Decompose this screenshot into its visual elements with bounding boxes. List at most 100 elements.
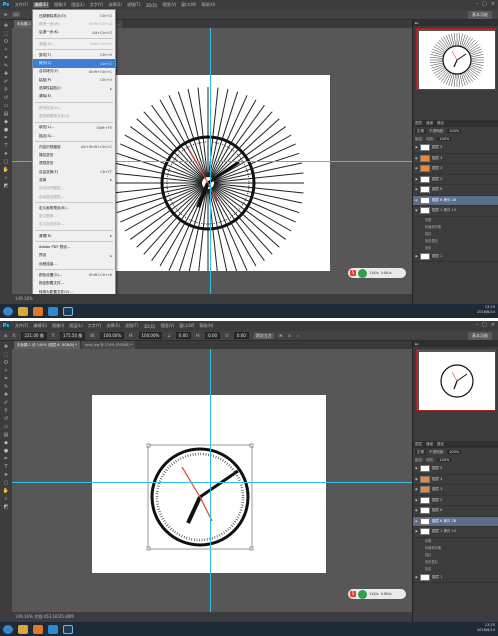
menu-image[interactable]: 图像(I) xyxy=(54,2,66,8)
type-tool-icon[interactable]: T xyxy=(3,464,10,470)
zoom-tool-icon[interactable]: ⌕ xyxy=(3,496,10,502)
type-tool-icon[interactable]: T xyxy=(3,143,10,149)
menu-view[interactable]: 视图(V) xyxy=(162,2,176,8)
menu-select[interactable]: 选择(S) xyxy=(106,323,120,329)
eyedropper-icon[interactable]: ✎ xyxy=(3,384,10,390)
pen-tool-icon[interactable]: ✒ xyxy=(3,456,10,462)
maximize-icon[interactable]: □ xyxy=(482,322,487,328)
tab-layers[interactable]: 图层 xyxy=(415,441,422,448)
magic-wand-icon[interactable]: ✧ xyxy=(3,47,10,53)
pen-tool-icon[interactable]: ✒ xyxy=(3,135,10,141)
explorer-icon[interactable] xyxy=(18,306,28,316)
layer-row[interactable]: ◉ 图层 1 xyxy=(413,252,498,262)
menu-3d[interactable]: 3D(D) xyxy=(144,324,156,329)
browser-icon[interactable] xyxy=(48,306,58,316)
layer-effect-row[interactable]: 投影 xyxy=(413,245,498,252)
lasso-tool-icon[interactable]: ʘ xyxy=(3,360,10,366)
gradient-icon[interactable]: ▤ xyxy=(3,432,10,438)
opacity-input[interactable]: 100% xyxy=(447,450,462,454)
edit-menu-item[interactable]: 后退一步(K) Alt+Ctrl+Z xyxy=(33,29,115,37)
hand-tool-icon[interactable]: ✋ xyxy=(3,488,10,494)
navigator-thumbnail[interactable] xyxy=(416,28,496,90)
menu-help[interactable]: 帮助(H) xyxy=(199,323,213,329)
hand-tool-icon[interactable]: ✋ xyxy=(3,167,10,173)
menu-file[interactable]: 文件(F) xyxy=(15,323,28,329)
visibility-eye-icon[interactable]: ◉ xyxy=(415,519,418,523)
path-select-icon[interactable]: ➤ xyxy=(3,151,10,157)
healing-brush-icon[interactable]: ✚ xyxy=(3,392,10,398)
layer-row[interactable]: ◉ 图层 5 xyxy=(413,143,498,154)
layer-row[interactable]: ◉ 图层 6 xyxy=(413,185,498,196)
visibility-eye-icon[interactable]: ◉ xyxy=(415,209,418,212)
layer-row[interactable]: ◉ 图层 6 xyxy=(413,506,498,517)
width-input[interactable]: 100.00% xyxy=(100,332,125,339)
menu-edit[interactable]: 编辑(E) xyxy=(33,2,50,8)
edit-menu-item[interactable]: 剪切(T) Ctrl+X xyxy=(33,51,115,59)
visibility-eye-icon[interactable]: ◉ xyxy=(415,477,418,481)
layer-effect-row[interactable]: 描边 xyxy=(413,231,498,238)
layer-effect-row[interactable]: 效果 xyxy=(413,217,498,224)
visibility-eye-icon[interactable]: ◉ xyxy=(415,177,418,181)
magic-wand-icon[interactable]: ✧ xyxy=(3,368,10,374)
eraser-icon[interactable]: ▭ xyxy=(3,424,10,430)
close-icon[interactable]: × xyxy=(491,1,495,7)
visibility-eye-icon[interactable]: ◉ xyxy=(415,467,418,470)
tab-document-1[interactable]: 未标题-1 @ 149% (图层 6, RGB/8) * xyxy=(14,341,80,349)
commit-transform-icon[interactable]: ✓ xyxy=(296,333,299,338)
angle-input[interactable]: 0.00 xyxy=(175,332,191,339)
height-input[interactable]: 100.00% xyxy=(138,332,163,339)
interpolation-select[interactable]: 两次立方 xyxy=(253,332,274,339)
layer-effect-row[interactable]: 斜面和浮雕 xyxy=(413,224,498,231)
menu-3d[interactable]: 3D(D) xyxy=(146,3,158,8)
visibility-eye-icon[interactable]: ◉ xyxy=(415,156,418,160)
menu-type[interactable]: 文字(Y) xyxy=(90,2,104,8)
document-canvas[interactable] xyxy=(116,75,330,271)
tab-paths[interactable]: 路径 xyxy=(437,441,444,448)
edit-menu-item[interactable]: 颜色设置(G)... Shift+Ctrl+K xyxy=(33,271,115,279)
layer-effect-row[interactable]: 斜面和浮雕 xyxy=(413,545,498,552)
media-icon[interactable] xyxy=(33,624,43,634)
visibility-eye-icon[interactable]: ◉ xyxy=(415,509,418,512)
menu-help[interactable]: 帮助(H) xyxy=(201,2,215,8)
history-brush-icon[interactable]: ↺ xyxy=(3,416,10,422)
menu-select[interactable]: 选择(S) xyxy=(108,2,122,8)
crop-tool-icon[interactable]: ⌗ xyxy=(3,376,10,382)
layer-row[interactable]: ◉ 图层 1 拷贝 10 xyxy=(413,206,498,217)
crop-tool-icon[interactable]: ⌗ xyxy=(3,55,10,61)
visibility-eye-icon[interactable]: ◉ xyxy=(415,488,418,491)
edit-menu-item[interactable]: 清理(R) ▸ xyxy=(33,232,115,240)
shape-tool-icon[interactable]: ▢ xyxy=(3,480,10,486)
canvas-area[interactable] xyxy=(12,349,412,622)
workspace-button[interactable]: 基本功能 xyxy=(468,11,492,19)
clone-stamp-icon[interactable]: ⚲ xyxy=(3,408,10,414)
visibility-eye-icon[interactable]: ◉ xyxy=(415,498,418,502)
edit-menu-item[interactable]: 操控变形 xyxy=(33,151,115,159)
layer-effect-row[interactable]: 投影 xyxy=(413,566,498,573)
guide-vertical[interactable] xyxy=(210,349,211,622)
guide-horizontal[interactable] xyxy=(12,482,412,483)
layer-row[interactable]: ◉ 图层 3 xyxy=(413,485,498,496)
visibility-eye-icon[interactable]: ◉ xyxy=(415,198,418,202)
reference-point-icon[interactable]: ⊞ xyxy=(4,333,7,338)
layer-row[interactable]: ◉ 图层 4 xyxy=(413,154,498,164)
align-options[interactable]: ☐ xyxy=(12,12,20,17)
layer-effect-row[interactable]: 渐变叠加 xyxy=(413,238,498,245)
edit-menu-item[interactable]: 粘贴(P) Ctrl+V xyxy=(33,76,115,84)
navigator-thumbnail[interactable] xyxy=(416,349,496,411)
move-tool-icon[interactable]: ✥ xyxy=(3,344,10,350)
blur-icon[interactable]: ◆ xyxy=(3,440,10,446)
workspace-button[interactable]: 基本功能 xyxy=(468,332,492,340)
edit-menu-item[interactable]: 指定配置文件... xyxy=(33,280,115,288)
explorer-icon[interactable] xyxy=(18,624,28,634)
edit-menu-item[interactable]: 合并拷贝(Y) Shift+Ctrl+C xyxy=(33,68,115,76)
menu-layer[interactable]: 图层(L) xyxy=(69,323,82,329)
shape-tool-icon[interactable]: ▢ xyxy=(3,159,10,165)
cancel-transform-icon[interactable]: ⊘ xyxy=(288,333,291,338)
y-input[interactable]: 175.50 像 xyxy=(60,331,86,340)
menu-edit[interactable]: 编辑(E) xyxy=(33,323,47,329)
menu-window[interactable]: 窗口(W) xyxy=(179,323,194,329)
visibility-eye-icon[interactable]: ◉ xyxy=(415,254,418,258)
edit-menu-item[interactable]: 自由变换(F) Ctrl+T xyxy=(33,168,115,176)
brush-tool-icon[interactable]: ✐ xyxy=(3,79,10,85)
tab-paths[interactable]: 路径 xyxy=(437,120,444,127)
